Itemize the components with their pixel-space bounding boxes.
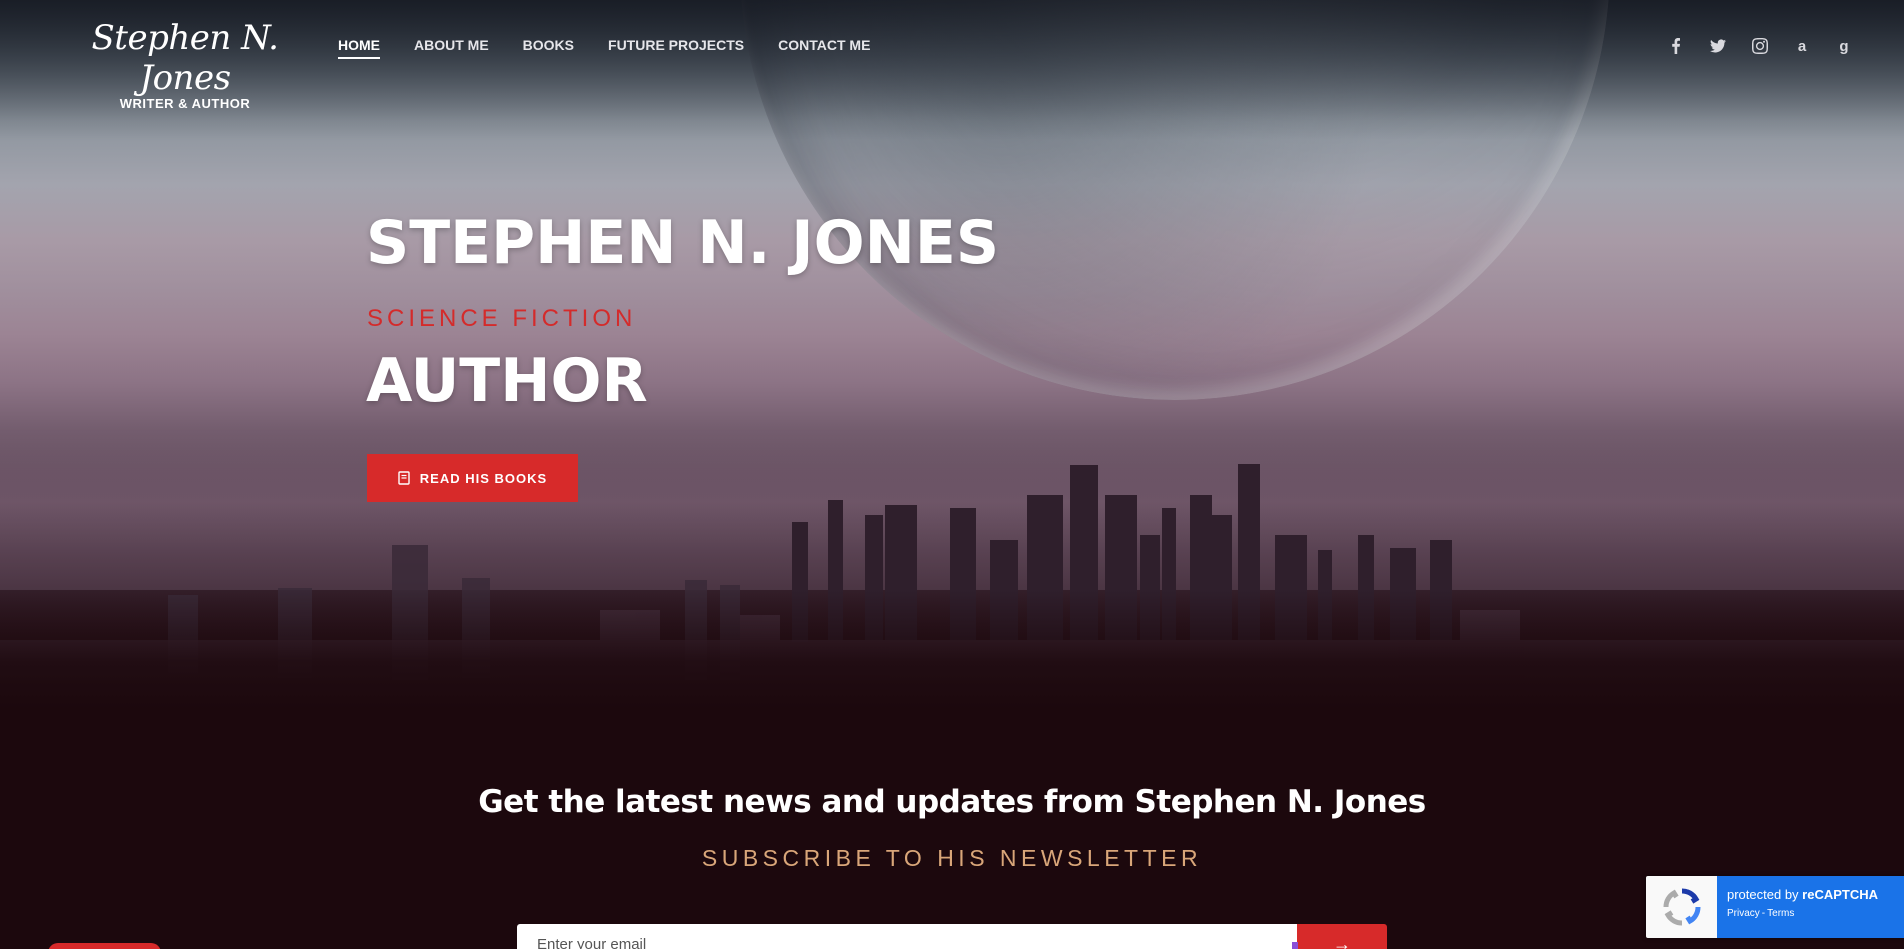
hero-title: STEPHEN N. JONES [366, 208, 1000, 278]
email-input[interactable] [517, 924, 1297, 949]
main-nav: HOME ABOUT ME BOOKS FUTURE PROJECTS CONT… [338, 37, 904, 59]
goodreads-icon[interactable]: g [1834, 36, 1854, 56]
nav-item-books[interactable]: BOOKS [523, 37, 574, 59]
ground-fade [0, 590, 1904, 710]
recaptcha-link-separator: - [1761, 908, 1766, 919]
read-his-books-label: READ HIS BOOKS [419, 470, 548, 486]
recaptcha-terms-link[interactable]: Terms [1767, 908, 1794, 919]
nav-item-about-me[interactable]: ABOUT ME [414, 37, 489, 59]
book-icon [398, 471, 410, 485]
recaptcha-privacy-link[interactable]: Privacy [1727, 908, 1760, 919]
logo-script-text: Stephen N. Jones [91, 18, 279, 98]
recaptcha-links: Privacy - Terms [1727, 908, 1904, 919]
recaptcha-icon [1646, 876, 1717, 938]
recaptcha-protected-text: protected by reCAPTCHA [1727, 887, 1878, 902]
site-logo[interactable]: Stephen N. Jones WRITER & AUTHOR [80, 18, 290, 111]
nav-item-future-projects[interactable]: FUTURE PROJECTS [608, 37, 744, 59]
arrow-right-icon: → [1333, 934, 1351, 949]
recaptcha-text: protected by reCAPTCHA Privacy - Terms [1717, 876, 1904, 938]
social-links: a g [1666, 36, 1854, 56]
facebook-icon[interactable] [1666, 36, 1686, 56]
recaptcha-badge: protected by reCAPTCHA Privacy - Terms [1646, 876, 1904, 938]
newsletter-form: → [517, 924, 1387, 949]
hero-subtitle: SCIENCE FICTION [367, 305, 637, 332]
hero-role: AUTHOR [366, 346, 648, 416]
newsletter-title: Get the latest news and updates from Ste… [478, 784, 1426, 820]
floating-action-tab[interactable] [48, 943, 161, 949]
newsletter-subtitle: SUBSCRIBE TO HIS NEWSLETTER [701, 845, 1203, 871]
logo-tagline: WRITER & AUTHOR [119, 96, 251, 111]
form-accent-marker [1292, 942, 1298, 949]
instagram-icon[interactable] [1750, 36, 1770, 56]
amazon-icon[interactable]: a [1792, 36, 1812, 56]
read-his-books-button[interactable]: READ HIS BOOKS [367, 454, 578, 502]
nav-item-contact-me[interactable]: CONTACT ME [778, 37, 870, 59]
twitter-icon[interactable] [1708, 36, 1728, 56]
nav-item-home[interactable]: HOME [338, 37, 380, 59]
subscribe-submit-button[interactable]: → [1297, 924, 1387, 949]
